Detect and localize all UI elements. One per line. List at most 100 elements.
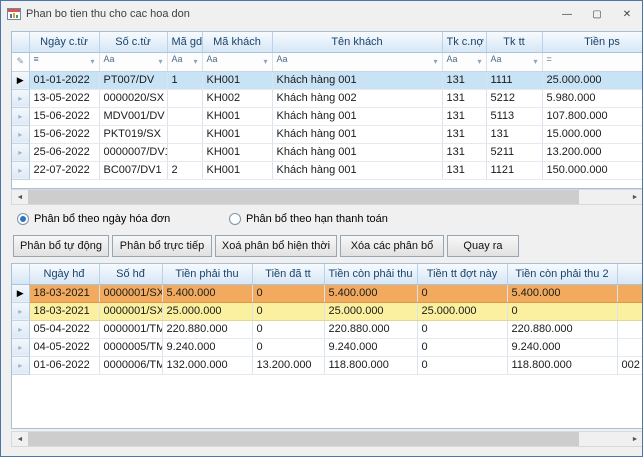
scrollbar-thumb[interactable]: [28, 190, 579, 204]
grid-cell[interactable]: 2: [167, 161, 202, 179]
grid-cell[interactable]: MDV001/DV: [99, 107, 167, 125]
grid-cell[interactable]: 0: [417, 338, 507, 356]
radio-by-invoice-date[interactable]: Phân bổ theo ngày hóa đơn: [17, 212, 170, 226]
scroll-right-button[interactable]: ►: [627, 432, 643, 446]
grid-cell[interactable]: 0: [252, 284, 324, 302]
grid-cell[interactable]: 18-03-2021: [29, 302, 99, 320]
grid-cell[interactable]: PT007/DV: [99, 71, 167, 89]
table-row[interactable]: ▸ 05-04-2022 0000001/TM1 220.880.000 0 2…: [12, 320, 643, 338]
column-header[interactable]: Số c.từ: [99, 32, 167, 52]
table-row[interactable]: ▸ 22-07-2022 BC007/DV1 2 KH001 Khách hàn…: [12, 161, 643, 179]
grid-cell[interactable]: 1121: [486, 161, 542, 179]
grid-cell[interactable]: 220.880.000: [162, 320, 252, 338]
filter-cell[interactable]: =▾: [542, 52, 643, 71]
scrollbar-thumb[interactable]: [28, 432, 579, 446]
grid-cell[interactable]: 18-03-2021: [29, 284, 99, 302]
grid-cell[interactable]: 0000006/TM: [99, 356, 162, 374]
filter-cell[interactable]: Aa ▾: [202, 52, 272, 71]
grid-cell[interactable]: 13.200.000: [252, 356, 324, 374]
filter-cell[interactable]: Aa▾: [442, 52, 486, 71]
grid-cell[interactable]: 5212: [486, 89, 542, 107]
grid-cell[interactable]: 0: [252, 302, 324, 320]
exit-button[interactable]: Quay ra: [447, 235, 519, 257]
grid-cell[interactable]: 131: [442, 161, 486, 179]
grid-cell[interactable]: [617, 302, 643, 320]
table-row[interactable]: ▸ 04-05-2022 0000005/TM1 9.240.000 0 9.2…: [12, 338, 643, 356]
horizontal-scrollbar[interactable]: ◄ ►: [11, 431, 643, 447]
chevron-down-icon[interactable]: ▾: [263, 53, 267, 71]
column-header[interactable]: Tiền phải thu: [162, 264, 252, 284]
grid-cell[interactable]: 118.800.000: [324, 356, 417, 374]
row-indicator[interactable]: ▸: [12, 107, 29, 125]
grid-cell[interactable]: 01-01-2022: [29, 71, 99, 89]
row-indicator[interactable]: ▸: [12, 143, 29, 161]
table-row[interactable]: ▸ 15-06-2022 MDV001/DV KH001 Khách hàng …: [12, 107, 643, 125]
filter-cell[interactable]: Aa▾: [272, 52, 442, 71]
filter-cell[interactable]: Aa▾: [486, 52, 542, 71]
grid-cell[interactable]: 5.400.000: [507, 284, 617, 302]
column-header[interactable]: Tk tt: [486, 32, 542, 52]
delete-current-allocation-button[interactable]: Xoá phân bổ hiện thời: [215, 235, 337, 257]
grid-cell[interactable]: 9.240.000: [507, 338, 617, 356]
grid-cell[interactable]: 9.240.000: [324, 338, 417, 356]
grid-cell[interactable]: 25.000.000: [324, 302, 417, 320]
table-row[interactable]: ▸ 13-05-2022 0000020/SX KH002 Khách hàng…: [12, 89, 643, 107]
table-row[interactable]: ▸ 01-06-2022 0000006/TM 132.000.000 13.2…: [12, 356, 643, 374]
grid-cell[interactable]: 15-06-2022: [29, 107, 99, 125]
filter-condition-icon[interactable]: Aa: [207, 54, 218, 64]
filter-condition-icon[interactable]: Aa: [104, 54, 115, 64]
grid-cell[interactable]: 107.800.000: [542, 107, 643, 125]
grid-cell[interactable]: KH001: [202, 125, 272, 143]
grid-cell[interactable]: 22-07-2022: [29, 161, 99, 179]
grid-cell[interactable]: 0000001/SX: [99, 302, 162, 320]
grid-cell[interactable]: 0000001/SX: [99, 284, 162, 302]
grid-cell[interactable]: 1: [167, 71, 202, 89]
grid-cell[interactable]: 25.000.000: [542, 71, 643, 89]
grid-cell[interactable]: KH001: [202, 161, 272, 179]
scroll-right-button[interactable]: ►: [627, 190, 643, 204]
grid-cell[interactable]: 0000001/TM1: [99, 320, 162, 338]
delete-all-allocations-button[interactable]: Xóa các phân bổ: [340, 235, 444, 257]
grid-cell[interactable]: [617, 320, 643, 338]
table-row[interactable]: ▶ 18-03-2021 0000001/SX 5.400.000 0 5.40…: [12, 284, 643, 302]
row-indicator[interactable]: ▸: [12, 161, 29, 179]
grid-cell[interactable]: 131: [442, 125, 486, 143]
filter-cell[interactable]: ≡▾: [29, 52, 99, 71]
grid-cell[interactable]: 0000007/DV1: [99, 143, 167, 161]
filter-condition-icon[interactable]: Aa: [277, 54, 288, 64]
current-row-indicator[interactable]: ▶: [12, 284, 29, 302]
column-header[interactable]: Tiền đã tt: [252, 264, 324, 284]
grid-cell[interactable]: 9.240.000: [162, 338, 252, 356]
grid-cell[interactable]: BC007/DV1: [99, 161, 167, 179]
row-indicator[interactable]: ▸: [12, 338, 29, 356]
table-row[interactable]: ▸ 18-03-2021 0000001/SX 25.000.000 0 25.…: [12, 302, 643, 320]
chevron-down-icon[interactable]: ▾: [90, 53, 94, 71]
grid-cell[interactable]: Khách hàng 001: [272, 143, 442, 161]
grid-cell[interactable]: [617, 338, 643, 356]
chevron-down-icon[interactable]: ▾: [193, 53, 197, 71]
table-row[interactable]: ▸ 15-06-2022 PKT019/SX KH001 Khách hàng …: [12, 125, 643, 143]
grid-cell[interactable]: Khách hàng 001: [272, 71, 442, 89]
row-indicator[interactable]: ▸: [12, 320, 29, 338]
table-row[interactable]: ▸ 25-06-2022 0000007/DV1 KH001 Khách hàn…: [12, 143, 643, 161]
grid-cell[interactable]: 5.400.000: [162, 284, 252, 302]
filter-cell[interactable]: Aa▾: [99, 52, 167, 71]
grid-cell[interactable]: 150.000.000: [542, 161, 643, 179]
scrollbar-track[interactable]: [28, 432, 627, 446]
grid-cell[interactable]: 04-05-2022: [29, 338, 99, 356]
grid-cell[interactable]: 13.200.000: [542, 143, 643, 161]
grid-cell[interactable]: Khách hàng 001: [272, 161, 442, 179]
auto-allocate-button[interactable]: Phân bổ tự động: [13, 235, 109, 257]
grid-cell[interactable]: 0: [417, 284, 507, 302]
grid-cell[interactable]: 131: [442, 89, 486, 107]
row-indicator[interactable]: ▸: [12, 89, 29, 107]
radio-by-due-date[interactable]: Phân bổ theo hạn thanh toán: [229, 212, 388, 226]
column-header[interactable]: Tiền còn phải thu: [324, 264, 417, 284]
close-button[interactable]: ✕: [612, 1, 642, 27]
grid-cell[interactable]: 13-05-2022: [29, 89, 99, 107]
filter-condition-icon[interactable]: Aa: [172, 54, 183, 64]
grid-cell[interactable]: [167, 89, 202, 107]
table-row[interactable]: ▶ 01-01-2022 PT007/DV 1 KH001 Khách hàng…: [12, 71, 643, 89]
grid-cell[interactable]: PKT019/SX: [99, 125, 167, 143]
row-indicator[interactable]: ▸: [12, 125, 29, 143]
